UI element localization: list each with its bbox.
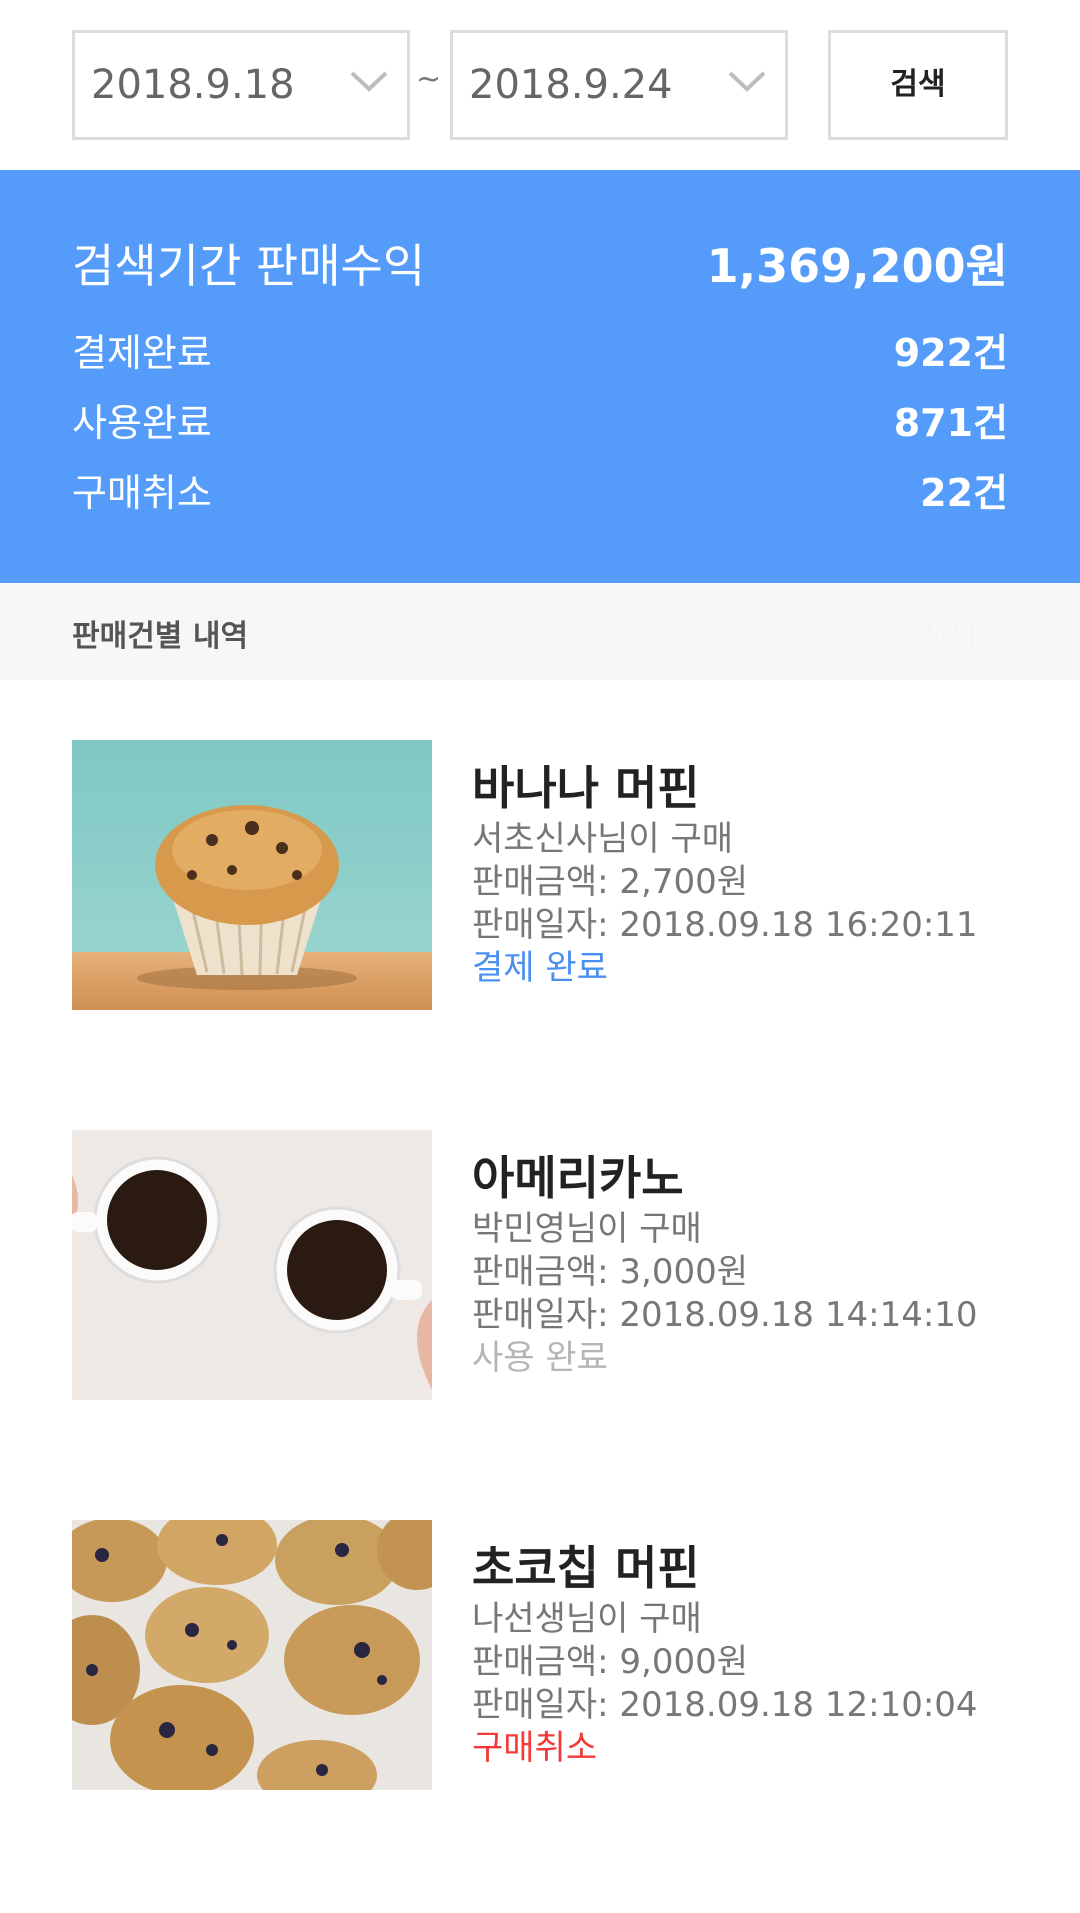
- summary-total-row: 검색기간 판매수익 1,369,200원: [72, 230, 1008, 293]
- end-date-value: 2018.9.24: [469, 62, 673, 108]
- summary-used-row: 사용완료 871건: [72, 392, 1008, 445]
- sale-list-item[interactable]: 바나나 머핀 서초신사님이 구매 판매금액: 2,700원 판매일자: 2018…: [0, 740, 1080, 1012]
- end-date-select[interactable]: 2018.9.24: [450, 30, 788, 140]
- buyer-text: 서초신사님이 구매: [472, 819, 734, 859]
- sale-amount: 판매금액: 2,700원: [472, 862, 748, 902]
- sale-date: 판매일자: 2018.09.18 16:20:11: [472, 905, 978, 945]
- sale-status: 사용 완료: [472, 1338, 608, 1378]
- sale-info: 바나나 머핀 서초신사님이 구매 판매금액: 2,700원 판매일자: 2018…: [472, 758, 1032, 990]
- muffins-photo-icon: [72, 1520, 432, 1790]
- search-bar: 2018.9.18 ~ 2018.9.24 검색: [0, 0, 1080, 170]
- summary-total-value: 1,369,200원: [706, 239, 1008, 293]
- sale-info: 초코칩 머핀 나선생님이 구매 판매금액: 9,000원 판매일자: 2018.…: [472, 1538, 1032, 1770]
- summary-paid-value: 922건: [893, 331, 1008, 375]
- coffee-photo-icon: [72, 1130, 432, 1400]
- sale-list-item[interactable]: 초코칩 머핀 나선생님이 구매 판매금액: 9,000원 판매일자: 2018.…: [0, 1520, 1080, 1792]
- buyer-text: 나선생님이 구매: [472, 1599, 702, 1639]
- section-title: 판매건별 내역: [72, 619, 249, 654]
- sale-amount: 판매금액: 9,000원: [472, 1642, 748, 1682]
- sales-history-header: 판매건별 내역 전체: [0, 583, 1080, 680]
- summary-cancel-row: 구매취소 22건: [72, 462, 1008, 515]
- buyer-text: 박민영님이 구매: [472, 1209, 702, 1249]
- sale-date: 판매일자: 2018.09.18 12:10:04: [472, 1685, 978, 1725]
- summary-used-value: 871건: [893, 401, 1008, 445]
- search-button[interactable]: 검색: [828, 30, 1008, 140]
- sale-amount: 판매금액: 3,000원: [472, 1252, 748, 1292]
- product-name: 초코칩 머핀: [472, 1541, 700, 1595]
- chevron-down-icon: [350, 71, 388, 92]
- product-name: 바나나 머핀: [472, 761, 700, 815]
- summary-cancel-label: 구매취소: [72, 471, 212, 515]
- start-date-value: 2018.9.18: [91, 62, 295, 108]
- chevron-down-icon: [728, 71, 766, 92]
- summary-paid-label: 결제완료: [72, 331, 212, 375]
- summary-paid-row: 결제완료 922건: [72, 322, 1008, 375]
- sale-status: 결제 완료: [472, 948, 608, 988]
- sale-date: 판매일자: 2018.09.18 14:14:10: [472, 1295, 978, 1335]
- date-range-separator: ~: [416, 62, 442, 97]
- summary-cancel-value: 22건: [920, 471, 1008, 515]
- start-date-select[interactable]: 2018.9.18: [72, 30, 410, 140]
- sale-list-item[interactable]: 아메리카노 박민영님이 구매 판매금액: 3,000원 판매일자: 2018.0…: [0, 1130, 1080, 1402]
- sale-info: 아메리카노 박민영님이 구매 판매금액: 3,000원 판매일자: 2018.0…: [472, 1148, 1032, 1380]
- sales-summary-panel: 검색기간 판매수익 1,369,200원 결제완료 922건 사용완료 871건…: [0, 170, 1080, 583]
- summary-used-label: 사용완료: [72, 401, 212, 445]
- filter-all-button[interactable]: 전체: [921, 611, 976, 655]
- summary-total-label: 검색기간 판매수익: [72, 239, 426, 293]
- product-name: 아메리카노: [472, 1151, 684, 1205]
- muffin-photo-icon: [72, 740, 432, 1010]
- sale-status: 구매취소: [472, 1728, 598, 1768]
